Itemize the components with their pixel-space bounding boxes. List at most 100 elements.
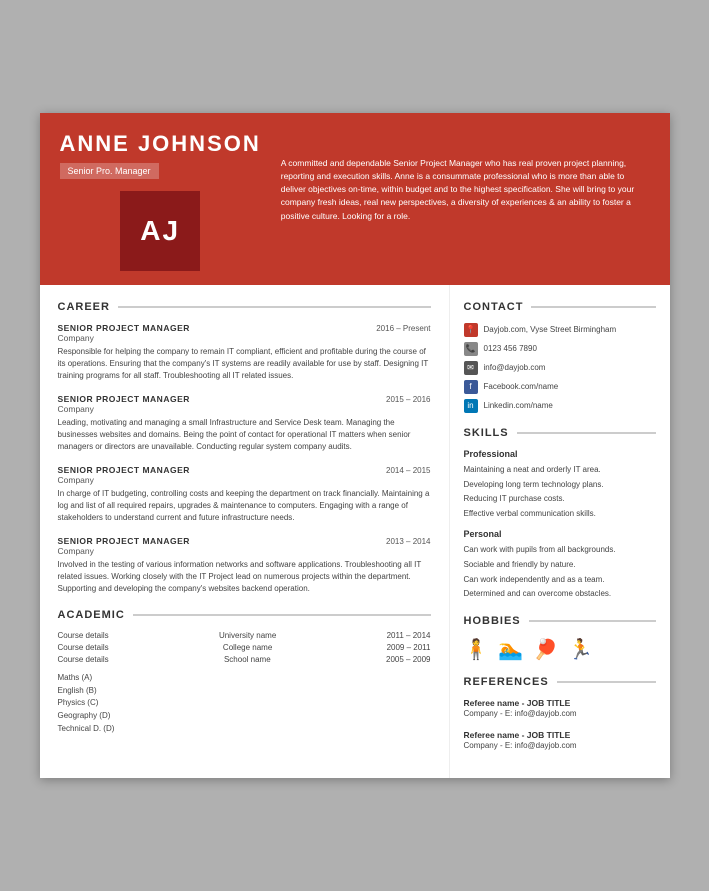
career-entry-2: SENIOR PROJECT MANAGER 2015 – 2016 Compa… bbox=[58, 394, 431, 453]
hobby-icon-1: 🧍 bbox=[464, 637, 489, 662]
academic-row-2: Course details College name 2009 – 2011 bbox=[58, 643, 431, 652]
subject-4: Geography (D) bbox=[58, 710, 431, 723]
header: ANNE JOHNSON Senior Pro. Manager AJ A co… bbox=[40, 113, 670, 285]
subject-2: English (B) bbox=[58, 685, 431, 698]
contact-phone: 0123 456 7890 bbox=[484, 344, 537, 353]
contact-item-location: 📍 Dayjob.com, Vyse Street Birmingham bbox=[464, 323, 656, 337]
skill-pro-4: Effective verbal communication skills. bbox=[464, 508, 656, 521]
reference-2: Referee name - JOB TITLE Company - E: in… bbox=[464, 730, 656, 752]
academic-dates-1: 2011 – 2014 bbox=[387, 631, 431, 640]
career-desc-2: Leading, motivating and managing a small… bbox=[58, 417, 431, 453]
hobby-icon-4: 🏃 bbox=[568, 637, 593, 662]
career-title-row-2: SENIOR PROJECT MANAGER 2015 – 2016 bbox=[58, 394, 431, 404]
avatar: AJ bbox=[120, 191, 200, 271]
career-desc-4: Involved in the testing of various infor… bbox=[58, 559, 431, 595]
career-entry-4: SENIOR PROJECT MANAGER 2013 – 2014 Compa… bbox=[58, 536, 431, 595]
skill-pro-1: Maintaining a neat and orderly IT area. bbox=[464, 464, 656, 477]
contact-item-linkedin: in Linkedin.com/name bbox=[464, 399, 656, 413]
academic-label-2: Course details bbox=[58, 643, 109, 652]
contact-divider bbox=[531, 306, 655, 308]
skill-pers-1: Can work with pupils from all background… bbox=[464, 544, 656, 557]
career-title-2: SENIOR PROJECT MANAGER bbox=[58, 394, 190, 404]
name-title-area: ANNE JOHNSON Senior Pro. Manager bbox=[60, 131, 261, 187]
career-company-1: Company bbox=[58, 333, 431, 343]
academic-institution-2: College name bbox=[223, 643, 272, 652]
academic-institution-3: School name bbox=[224, 655, 271, 664]
summary-text: A committed and dependable Senior Projec… bbox=[281, 157, 650, 223]
main-content: CAREER SENIOR PROJECT MANAGER 2016 – Pre… bbox=[40, 285, 670, 778]
subject-3: Physics (C) bbox=[58, 697, 431, 710]
career-desc-3: In charge of IT budgeting, controlling c… bbox=[58, 488, 431, 524]
contact-item-email: ✉ info@dayjob.com bbox=[464, 361, 656, 375]
phone-icon: 📞 bbox=[464, 342, 478, 356]
career-label: CAREER bbox=[58, 301, 110, 313]
academic-section-header: ACADEMIC bbox=[58, 609, 431, 621]
skill-pers-2: Sociable and friendly by nature. bbox=[464, 559, 656, 572]
subject-1: Maths (A) bbox=[58, 672, 431, 685]
hobbies-label: HOBBIES bbox=[464, 615, 521, 627]
reference-name-2: Referee name - JOB TITLE bbox=[464, 730, 656, 740]
skills-label: SKILLS bbox=[464, 427, 509, 439]
career-desc-1: Responsible for helping the company to r… bbox=[58, 346, 431, 382]
career-title-3: SENIOR PROJECT MANAGER bbox=[58, 465, 190, 475]
career-entry-3: SENIOR PROJECT MANAGER 2014 – 2015 Compa… bbox=[58, 465, 431, 524]
career-title-4: SENIOR PROJECT MANAGER bbox=[58, 536, 190, 546]
academic-label: ACADEMIC bbox=[58, 609, 125, 621]
career-dates-2: 2015 – 2016 bbox=[386, 395, 431, 404]
reference-company-1: Company - E: info@dayjob.com bbox=[464, 708, 656, 720]
references-section-header: REFERENCES bbox=[464, 676, 656, 688]
academic-subjects: Maths (A) English (B) Physics (C) Geogra… bbox=[58, 672, 431, 736]
reference-company-2: Company - E: info@dayjob.com bbox=[464, 740, 656, 752]
skill-pers-4: Determined and can overcome obstacles. bbox=[464, 588, 656, 601]
career-title-row-4: SENIOR PROJECT MANAGER 2013 – 2014 bbox=[58, 536, 431, 546]
full-name: ANNE JOHNSON bbox=[60, 131, 261, 157]
career-dates-1: 2016 – Present bbox=[376, 324, 430, 333]
hobby-icon-2: 🏊 bbox=[498, 637, 523, 662]
career-entry-1: SENIOR PROJECT MANAGER 2016 – Present Co… bbox=[58, 323, 431, 382]
career-title-1: SENIOR PROJECT MANAGER bbox=[58, 323, 190, 333]
skill-pro-2: Developing long term technology plans. bbox=[464, 479, 656, 492]
contact-facebook: Facebook.com/name bbox=[484, 382, 559, 391]
academic-dates-3: 2005 – 2009 bbox=[386, 655, 431, 664]
hobbies-section-header: HOBBIES bbox=[464, 615, 656, 627]
skills-section-header: SKILLS bbox=[464, 427, 656, 439]
reference-name-1: Referee name - JOB TITLE bbox=[464, 698, 656, 708]
resume-page: ANNE JOHNSON Senior Pro. Manager AJ A co… bbox=[40, 113, 670, 778]
skills-professional-label: Professional bbox=[464, 449, 656, 459]
header-left: ANNE JOHNSON Senior Pro. Manager AJ bbox=[60, 131, 261, 271]
contact-label: CONTACT bbox=[464, 301, 524, 313]
hobbies-divider bbox=[529, 620, 656, 622]
academic-table: Course details University name 2011 – 20… bbox=[58, 631, 431, 664]
hobbies-icons: 🧍 🏊 🏓 🏃 bbox=[464, 637, 656, 662]
career-dates-4: 2013 – 2014 bbox=[386, 537, 431, 546]
references-label: REFERENCES bbox=[464, 676, 549, 688]
skills-divider bbox=[517, 432, 656, 434]
career-section-header: CAREER bbox=[58, 301, 431, 313]
location-icon: 📍 bbox=[464, 323, 478, 337]
job-title-badge: Senior Pro. Manager bbox=[60, 163, 159, 179]
career-company-4: Company bbox=[58, 546, 431, 556]
academic-institution-1: University name bbox=[219, 631, 276, 640]
linkedin-icon: in bbox=[464, 399, 478, 413]
contact-address: Dayjob.com, Vyse Street Birmingham bbox=[484, 325, 617, 334]
academic-label-3: Course details bbox=[58, 655, 109, 664]
career-company-3: Company bbox=[58, 475, 431, 485]
header-summary: A committed and dependable Senior Projec… bbox=[261, 131, 650, 223]
contact-section-header: CONTACT bbox=[464, 301, 656, 313]
skill-pro-3: Reducing IT purchase costs. bbox=[464, 493, 656, 506]
career-title-row-1: SENIOR PROJECT MANAGER 2016 – Present bbox=[58, 323, 431, 333]
contact-email: info@dayjob.com bbox=[484, 363, 546, 372]
career-dates-3: 2014 – 2015 bbox=[386, 466, 431, 475]
academic-row-3: Course details School name 2005 – 2009 bbox=[58, 655, 431, 664]
career-divider bbox=[118, 306, 431, 308]
academic-divider bbox=[133, 614, 431, 616]
contact-item-phone: 📞 0123 456 7890 bbox=[464, 342, 656, 356]
reference-1: Referee name - JOB TITLE Company - E: in… bbox=[464, 698, 656, 720]
career-company-2: Company bbox=[58, 404, 431, 414]
references-divider bbox=[557, 681, 656, 683]
academic-label-1: Course details bbox=[58, 631, 109, 640]
academic-dates-2: 2009 – 2011 bbox=[387, 643, 431, 652]
career-title-row-3: SENIOR PROJECT MANAGER 2014 – 2015 bbox=[58, 465, 431, 475]
subject-5: Technical D. (D) bbox=[58, 723, 431, 736]
contact-item-facebook: f Facebook.com/name bbox=[464, 380, 656, 394]
